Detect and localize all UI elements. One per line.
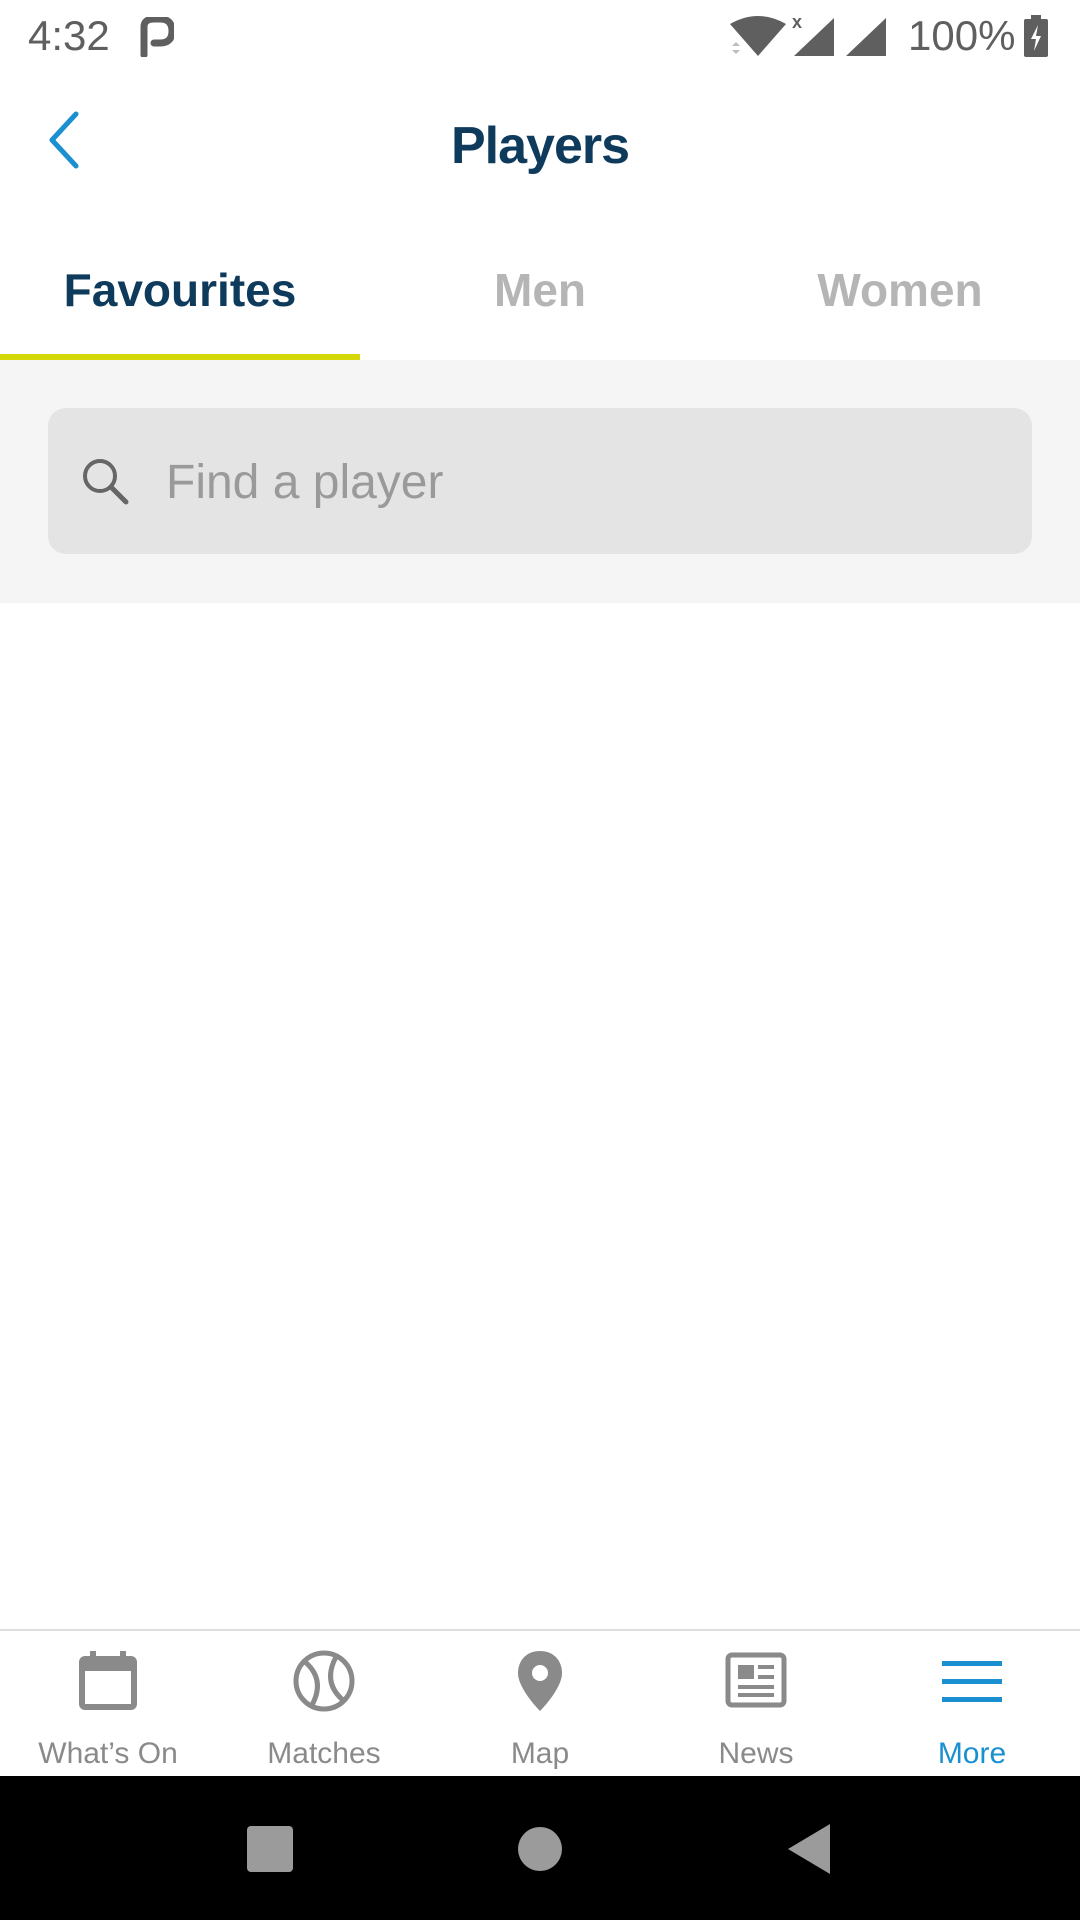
search-input[interactable] [164, 444, 988, 520]
tab-men[interactable]: Men [360, 232, 720, 356]
nav-label: What’s On [38, 1737, 178, 1770]
nav-map[interactable]: Map [432, 1631, 648, 1778]
search-icon [83, 459, 129, 505]
nav-news[interactable]: News [648, 1631, 864, 1778]
nav-label: Matches [267, 1737, 381, 1770]
nav-more[interactable]: More [864, 1631, 1080, 1778]
tennis-ball-icon [293, 1650, 355, 1712]
tab-favourites[interactable]: Favourites [0, 232, 360, 356]
player-tabs: Favourites Men Women [0, 232, 1080, 360]
battery-percentage: 100% [908, 12, 1016, 59]
battery-charging-icon [1024, 15, 1048, 57]
bottom-navigation: What’s On Matches Map News More [0, 1629, 1080, 1778]
wifi-icon [730, 16, 786, 56]
map-pin-icon [518, 1651, 562, 1711]
status-time: 4:32 [28, 12, 110, 59]
page-title: Players [450, 117, 630, 175]
menu-icon [942, 1661, 1002, 1702]
nav-label: More [937, 1737, 1007, 1770]
search-area [0, 360, 1080, 603]
nav-label: News [718, 1737, 794, 1770]
nav-label: Map [510, 1737, 570, 1770]
signal-icon [794, 18, 834, 56]
search-box[interactable] [48, 408, 1032, 554]
signal-icon [846, 18, 886, 56]
system-navigation-bar [0, 1776, 1080, 1920]
favourites-list [0, 603, 1080, 1629]
status-bar: 4:32 x 100% [0, 0, 1080, 72]
app-header: Players [0, 72, 1080, 232]
home-button[interactable] [513, 1822, 567, 1876]
nav-whats-on[interactable]: What’s On [0, 1631, 216, 1778]
calendar-icon [79, 1651, 137, 1710]
tab-women[interactable]: Women [720, 232, 1080, 356]
parking-notification-icon [140, 17, 174, 57]
nav-matches[interactable]: Matches [216, 1631, 432, 1778]
recent-apps-button[interactable] [243, 1822, 297, 1876]
newspaper-icon [725, 1652, 787, 1708]
system-back-button[interactable] [782, 1822, 836, 1876]
